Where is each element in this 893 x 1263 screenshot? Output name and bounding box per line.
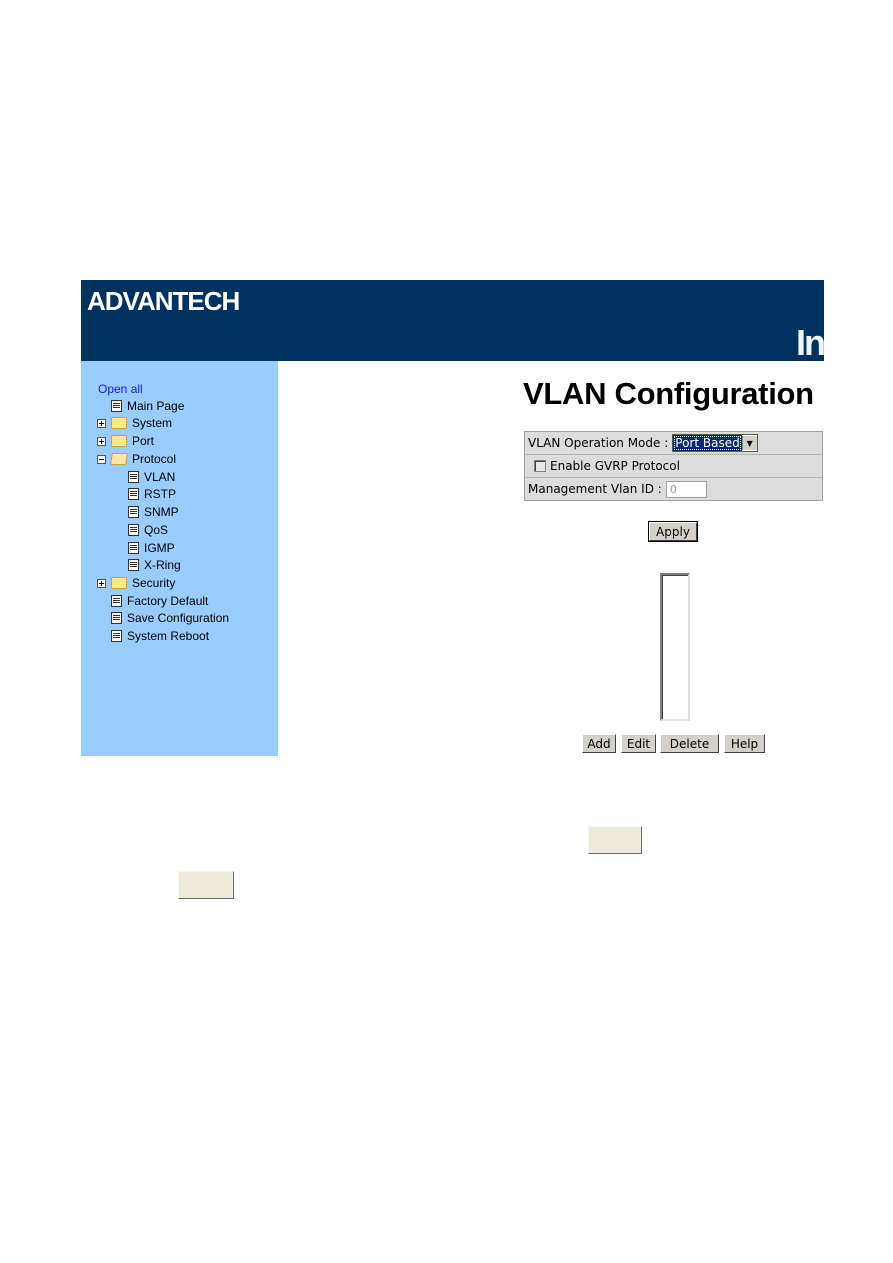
management-vlan-input[interactable]: 0 (665, 480, 707, 498)
edit-button[interactable]: Edit (621, 734, 656, 753)
management-vlan-label: Management Vlan ID : (528, 482, 662, 496)
operation-mode-value: Port Based (673, 435, 742, 451)
sidebar-item-label: Port (132, 434, 155, 448)
open-folder-icon (110, 453, 128, 465)
sidebar-item-label: QoS (144, 523, 169, 537)
sidebar-tree: Open all Main Page System Port Protocol … (81, 361, 278, 756)
page-title: VLAN Configuration (523, 376, 814, 411)
sidebar-item-label: IGMP (144, 541, 175, 555)
expand-plus-icon[interactable] (97, 418, 106, 428)
gvrp-row: Enable GVRP Protocol (525, 455, 822, 478)
sidebar-item-label: SNMP (144, 505, 179, 519)
sidebar-item-qos[interactable]: QoS (128, 522, 168, 538)
sidebar-item-igmp[interactable]: IGMP (128, 540, 175, 556)
page-icon (128, 559, 139, 571)
operation-mode-select[interactable]: Port Based ▼ (672, 434, 758, 452)
sidebar-item-label: System (132, 416, 173, 430)
gvrp-checkbox[interactable] (534, 460, 546, 472)
sidebar-item-label: Factory Default (127, 594, 209, 608)
app-header: ADVANTECH In (81, 280, 824, 361)
sidebar-item-label: VLAN (144, 470, 176, 484)
operation-mode-label: VLAN Operation Mode : (528, 436, 669, 450)
chevron-down-icon[interactable]: ▼ (741, 436, 757, 450)
sidebar-item-x-ring[interactable]: X-Ring (128, 557, 181, 573)
folder-icon (111, 435, 127, 447)
folder-icon (111, 577, 127, 589)
operation-mode-row: VLAN Operation Mode : Port Based ▼ (525, 432, 822, 455)
folder-icon (111, 417, 127, 429)
page-icon (111, 595, 122, 607)
sidebar-item-system[interactable]: System (97, 415, 172, 431)
sidebar-item-main-page[interactable]: Main Page (111, 398, 184, 414)
header-title-fragment: In (796, 322, 824, 361)
sidebar-item-label: X-Ring (144, 558, 181, 572)
advantech-logo: ADVANTECH (87, 286, 240, 316)
sidebar-item-save-configuration[interactable]: Save Configuration (111, 610, 229, 626)
gvrp-label: Enable GVRP Protocol (550, 459, 680, 473)
sidebar-item-port[interactable]: Port (97, 433, 154, 449)
vlan-settings-form: VLAN Operation Mode : Port Based ▼ Enabl… (524, 431, 823, 501)
expand-plus-icon[interactable] (97, 578, 106, 588)
open-all-link[interactable]: Open all (98, 382, 143, 396)
page-icon (128, 471, 139, 483)
blank-button-image (178, 871, 234, 899)
sidebar-item-protocol[interactable]: Protocol (97, 451, 176, 467)
sidebar-item-label: Save Configuration (127, 611, 230, 625)
page-icon (128, 542, 139, 554)
vlan-list-box[interactable] (660, 573, 690, 721)
sidebar-item-security[interactable]: Security (97, 575, 175, 591)
delete-button[interactable]: Delete (660, 734, 719, 753)
sidebar-item-label: Protocol (132, 452, 177, 466)
sidebar-item-rstp[interactable]: RSTP (128, 486, 176, 502)
apply-button[interactable]: Apply (648, 521, 698, 542)
page-icon (111, 630, 122, 642)
sidebar-item-label: RSTP (144, 487, 177, 501)
add-button[interactable]: Add (582, 734, 616, 753)
expand-plus-icon[interactable] (97, 436, 106, 446)
page-icon (128, 506, 139, 518)
help-button[interactable]: Help (724, 734, 765, 753)
sidebar-item-label: System Reboot (127, 629, 210, 643)
sidebar-item-factory-default[interactable]: Factory Default (111, 593, 208, 609)
sidebar-item-vlan[interactable]: VLAN (128, 469, 175, 485)
sidebar-item-system-reboot[interactable]: System Reboot (111, 628, 209, 644)
sidebar-item-snmp[interactable]: SNMP (128, 504, 179, 520)
page-icon (128, 524, 139, 536)
page-icon (128, 488, 139, 500)
collapse-minus-icon[interactable] (97, 454, 106, 464)
management-vlan-row: Management Vlan ID : 0 (525, 478, 822, 500)
page-icon (111, 612, 122, 624)
sidebar-item-label: Security (132, 576, 176, 590)
page-icon (111, 400, 122, 412)
blank-button-image (588, 826, 642, 854)
sidebar-item-label: Main Page (127, 399, 185, 413)
